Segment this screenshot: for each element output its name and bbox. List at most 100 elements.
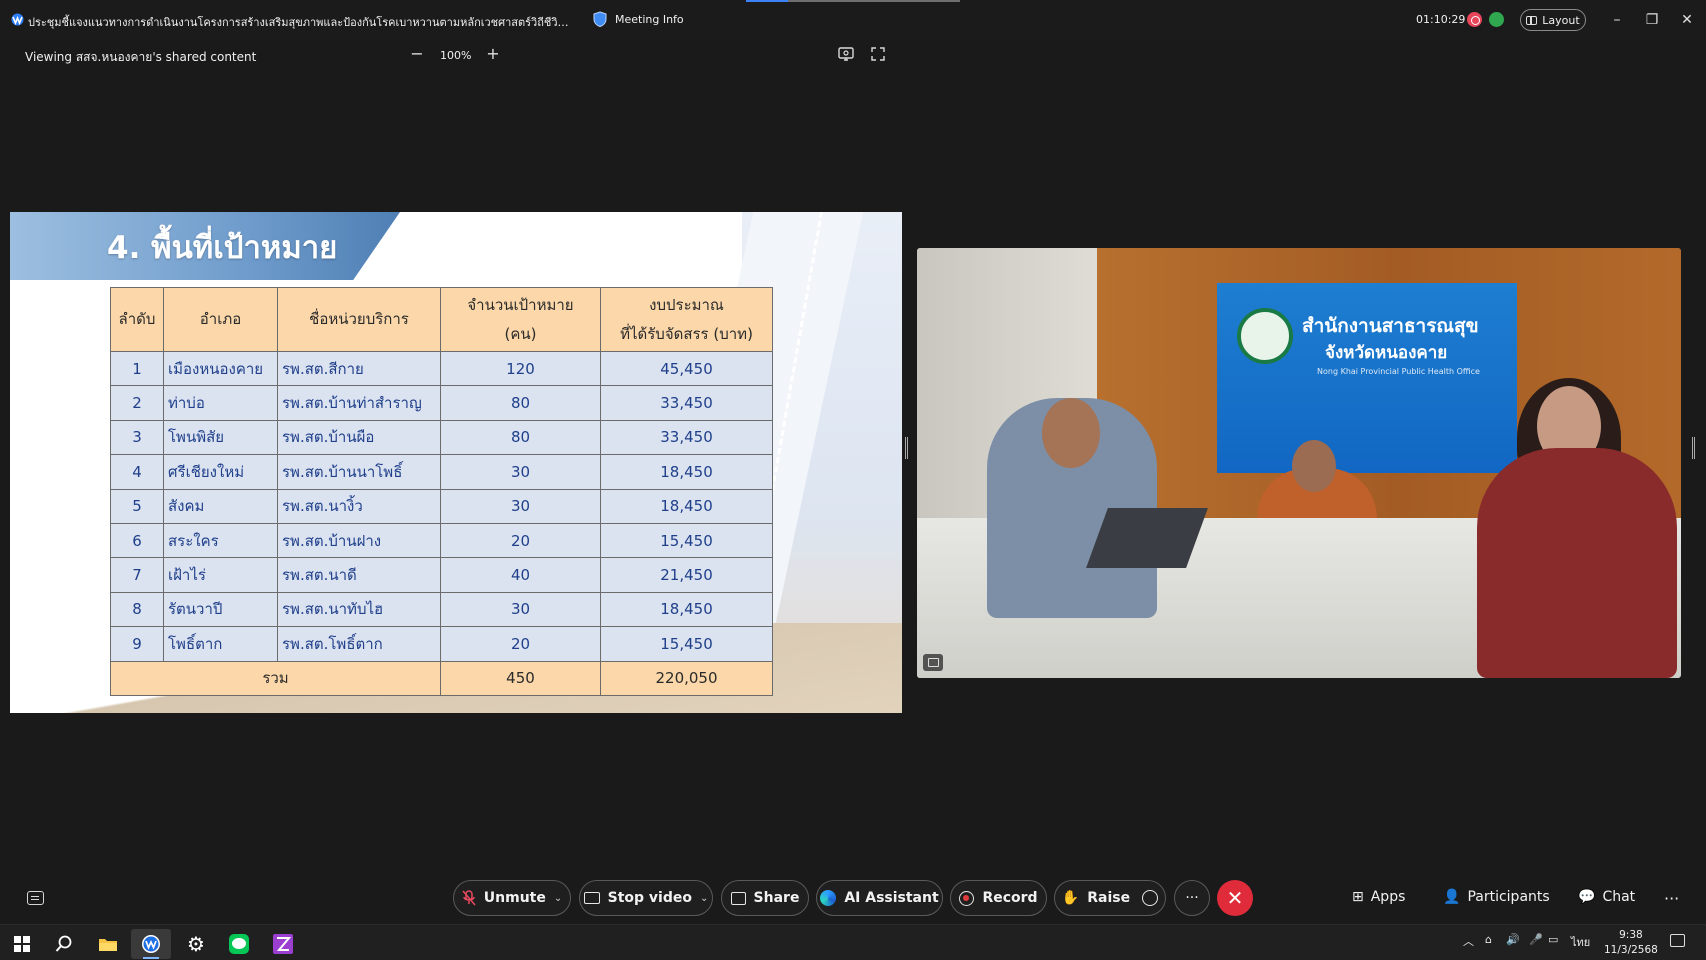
minimize-button[interactable]: – — [1607, 10, 1627, 30]
zoom-out-button[interactable]: − — [407, 44, 427, 64]
annotate-icon[interactable] — [838, 47, 854, 61]
notification-icon[interactable] — [1670, 934, 1685, 947]
tray-chevron-icon[interactable]: ︿ — [1463, 933, 1474, 949]
cell-district: ศรีเชียงใหม่ — [163, 454, 278, 490]
participant-video[interactable]: สำนักงานสาธารณสุข จังหวัดหนองคาย Nong Kh… — [917, 248, 1681, 678]
chat-button[interactable]: 💬 Chat — [1578, 889, 1635, 905]
meeting-info-button[interactable]: Meeting Info — [593, 11, 684, 27]
network-icon[interactable]: ⌂ — [1485, 933, 1492, 946]
cell-budget: 45,450 — [600, 350, 773, 387]
cell-target: 20 — [440, 626, 601, 662]
cell-district: รัตนวาปี — [163, 591, 278, 628]
stop-video-button[interactable]: Stop video ⌄ — [579, 880, 713, 916]
cell-no: 3 — [110, 419, 164, 456]
cell-budget: 18,450 — [600, 488, 773, 524]
microphone-icon[interactable]: 🎤 — [1529, 933, 1543, 946]
cell-district: เฝ้าไร่ — [163, 557, 278, 593]
search-icon — [55, 935, 72, 952]
unmute-button[interactable]: Unmute ⌄ — [453, 880, 571, 916]
leave-meeting-button[interactable]: ✕ — [1217, 880, 1253, 916]
line-app-button[interactable] — [219, 929, 259, 959]
webex-taskbar-button[interactable] — [131, 929, 171, 959]
restore-button[interactable]: ❐ — [1642, 10, 1662, 30]
fullscreen-icon[interactable] — [871, 47, 885, 61]
cell-district: ท่าบ่อ — [163, 385, 278, 421]
table-header-row: ลำดับ อำเภอ ชื่อหน่วยบริการ จำนวนเป้าหมา… — [110, 287, 773, 352]
record-button[interactable]: Record — [950, 880, 1047, 916]
chevron-down-icon[interactable]: ⌄ — [700, 893, 708, 904]
mic-off-icon — [462, 890, 476, 906]
share-screen-icon — [730, 891, 746, 905]
table-row: 9 โพธิ์ตาก รพ.สต.โพธิ์ตาก 20 15,450 — [110, 626, 773, 662]
cell-target: 120 — [440, 350, 601, 387]
reactions-icon[interactable] — [1142, 890, 1159, 906]
participant-right — [1477, 448, 1677, 678]
display-icon[interactable]: ▭ — [1548, 933, 1558, 946]
viewing-shared-label: Viewing สสจ.หนองคาย's shared content — [25, 50, 257, 64]
cell-no: 5 — [110, 488, 164, 524]
security-status-icon — [1489, 12, 1504, 27]
resize-handle-left[interactable] — [905, 437, 908, 459]
cell-total-label: รวม — [110, 660, 441, 696]
cell-district: โพนพิสัย — [163, 419, 278, 456]
apps-button[interactable]: ⊞ Apps — [1352, 889, 1405, 905]
cell-district: เมืองหนองคาย — [163, 350, 278, 387]
table-total-row: รวม 450 220,050 — [110, 660, 773, 696]
header-no: ลำดับ — [110, 287, 164, 352]
captions-icon[interactable] — [27, 891, 44, 905]
video-options-icon[interactable] — [923, 654, 943, 671]
file-explorer-button[interactable] — [88, 929, 128, 959]
cell-target: 40 — [440, 557, 601, 593]
apps-icon: ⊞ — [1352, 889, 1364, 905]
zoom-level: 100% — [440, 49, 472, 62]
cell-budget: 15,450 — [600, 522, 773, 559]
resize-handle-right[interactable] — [1692, 437, 1695, 459]
cell-no: 1 — [110, 350, 164, 387]
language-indicator[interactable]: ไทย — [1571, 933, 1590, 951]
participant-center-head — [1292, 440, 1336, 492]
layout-button[interactable]: Layout — [1520, 9, 1586, 31]
cell-target: 80 — [440, 419, 601, 456]
editor-app-button[interactable] — [263, 929, 303, 959]
clock-time: 9:38 — [1619, 929, 1643, 941]
close-window-button[interactable]: ✕ — [1677, 10, 1697, 30]
webex-icon — [142, 935, 160, 953]
more-options-button[interactable]: ··· — [1174, 880, 1210, 916]
zoom-in-button[interactable]: + — [483, 44, 503, 64]
chevron-down-icon[interactable]: ⌄ — [554, 893, 562, 904]
camera-icon — [583, 892, 600, 904]
ai-assistant-label: AI Assistant — [844, 890, 939, 906]
share-button[interactable]: Share — [721, 880, 809, 916]
header-budget-line2: ที่ได้รับจัดสรร (บาท) — [620, 324, 753, 343]
settings-button[interactable]: ⚙ — [176, 929, 216, 959]
system-clock[interactable]: 9:38 11/3/2568 — [1604, 928, 1658, 958]
cell-target: 80 — [440, 385, 601, 421]
sign-line2: จังหวัดหนองคาย — [1325, 343, 1448, 363]
windows-icon — [14, 936, 30, 952]
chat-icon: 💬 — [1578, 889, 1596, 905]
sign-line3: Nong Khai Provincial Public Health Offic… — [1317, 367, 1480, 376]
start-button[interactable] — [2, 929, 42, 959]
participant-left-head — [1042, 398, 1100, 468]
sign-line1: สำนักงานสาธารณสุข — [1302, 315, 1479, 337]
raise-hand-button[interactable]: ✋ Raise — [1054, 880, 1166, 916]
ai-assistant-icon — [820, 890, 837, 906]
record-icon — [959, 890, 975, 906]
ai-assistant-button[interactable]: AI Assistant — [816, 880, 943, 916]
overflow-menu-button[interactable]: ··· — [1664, 889, 1679, 908]
search-button[interactable] — [44, 929, 84, 959]
volume-icon[interactable]: 🔊 — [1506, 933, 1520, 946]
cell-unit: รพ.สต.โพธิ์ตาก — [277, 626, 441, 662]
header-target-line2: (คน) — [504, 324, 537, 343]
office-sign: สำนักงานสาธารณสุข จังหวัดหนองคาย Nong Kh… — [1217, 283, 1517, 473]
apps-label: Apps — [1370, 889, 1406, 905]
participants-button[interactable]: 👤 Participants — [1443, 889, 1550, 905]
share-toolbar: Viewing สสจ.หนองคาย's shared content − 1… — [0, 40, 1706, 72]
recording-status-icon — [1467, 12, 1482, 27]
cell-budget: 18,450 — [600, 454, 773, 490]
cell-unit: รพ.สต.บ้านฝาง — [277, 522, 441, 559]
loading-indicator — [746, 0, 960, 2]
table-row: 2 ท่าบ่อ รพ.สต.บ้านท่าสำราญ 80 33,450 — [110, 385, 773, 421]
target-area-table: ลำดับ อำเภอ ชื่อหน่วยบริการ จำนวนเป้าหมา… — [110, 287, 773, 696]
cell-unit: รพ.สต.นาทับไฮ — [277, 591, 441, 628]
